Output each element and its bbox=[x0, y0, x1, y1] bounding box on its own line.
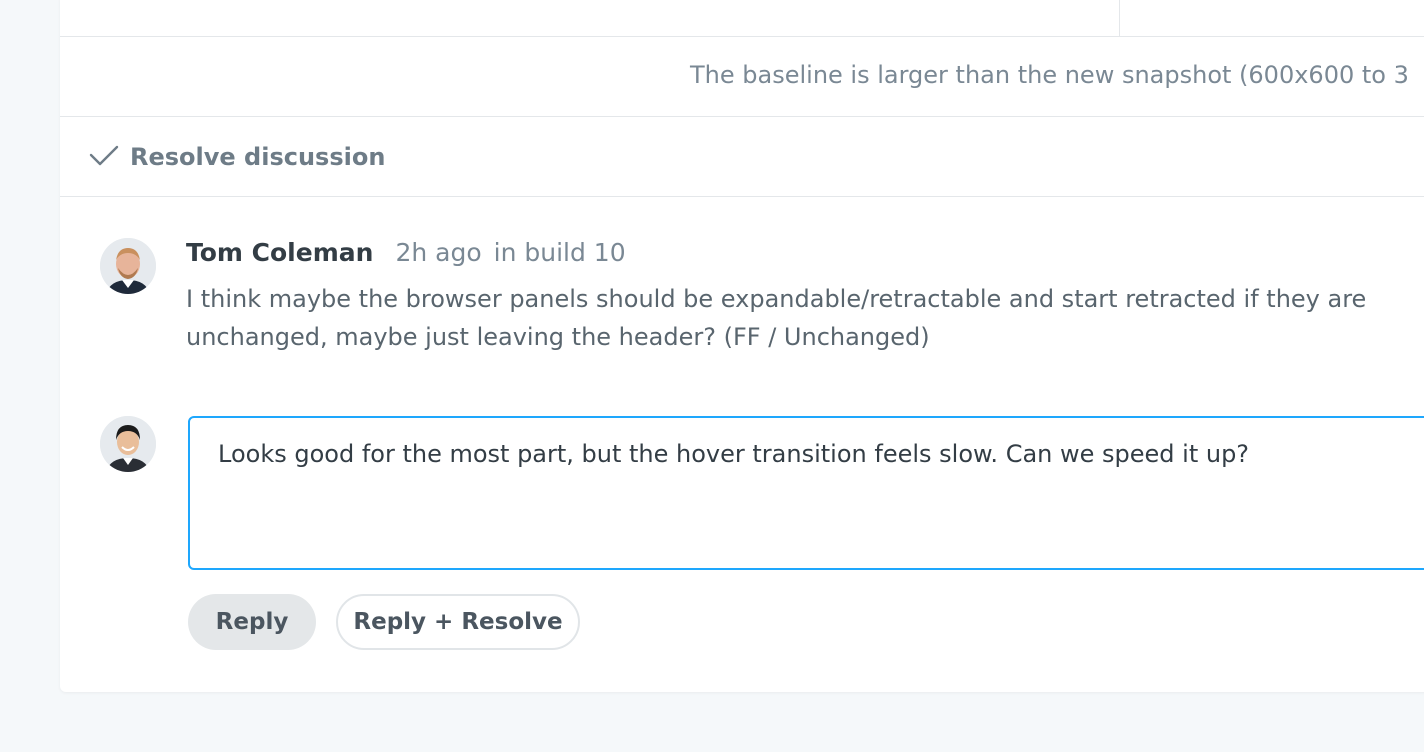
reply-resolve-button[interactable]: Reply + Resolve bbox=[336, 594, 580, 650]
reply-text: Looks good for the most part, but the ho… bbox=[218, 440, 1250, 468]
snapshot-header-row bbox=[60, 0, 1424, 37]
discussion-panel: The baseline is larger than the new snap… bbox=[60, 0, 1424, 692]
resolve-row: Resolve discussion bbox=[60, 117, 1424, 197]
comment-author[interactable]: Tom Coleman bbox=[186, 238, 373, 267]
reply-textarea[interactable]: Looks good for the most part, but the ho… bbox=[188, 416, 1424, 570]
comment-time: 2h ago bbox=[395, 238, 482, 267]
checkmark-icon bbox=[88, 139, 130, 175]
comment-header: Tom Coleman 2h ago in build 10 bbox=[186, 238, 626, 267]
reply-button[interactable]: Reply bbox=[188, 594, 316, 650]
comment-body: I think maybe the browser panels should … bbox=[186, 285, 1367, 351]
snapshot-info-row: The baseline is larger than the new snap… bbox=[60, 37, 1424, 117]
resolve-discussion-label: Resolve discussion bbox=[130, 143, 386, 171]
author-avatar bbox=[100, 238, 156, 294]
comment-build[interactable]: in build 10 bbox=[494, 238, 626, 267]
resolve-discussion-button[interactable]: Resolve discussion bbox=[88, 139, 385, 175]
current-user-avatar bbox=[100, 416, 156, 472]
snapshot-size-message: The baseline is larger than the new snap… bbox=[690, 61, 1409, 89]
column-divider bbox=[1119, 0, 1120, 36]
